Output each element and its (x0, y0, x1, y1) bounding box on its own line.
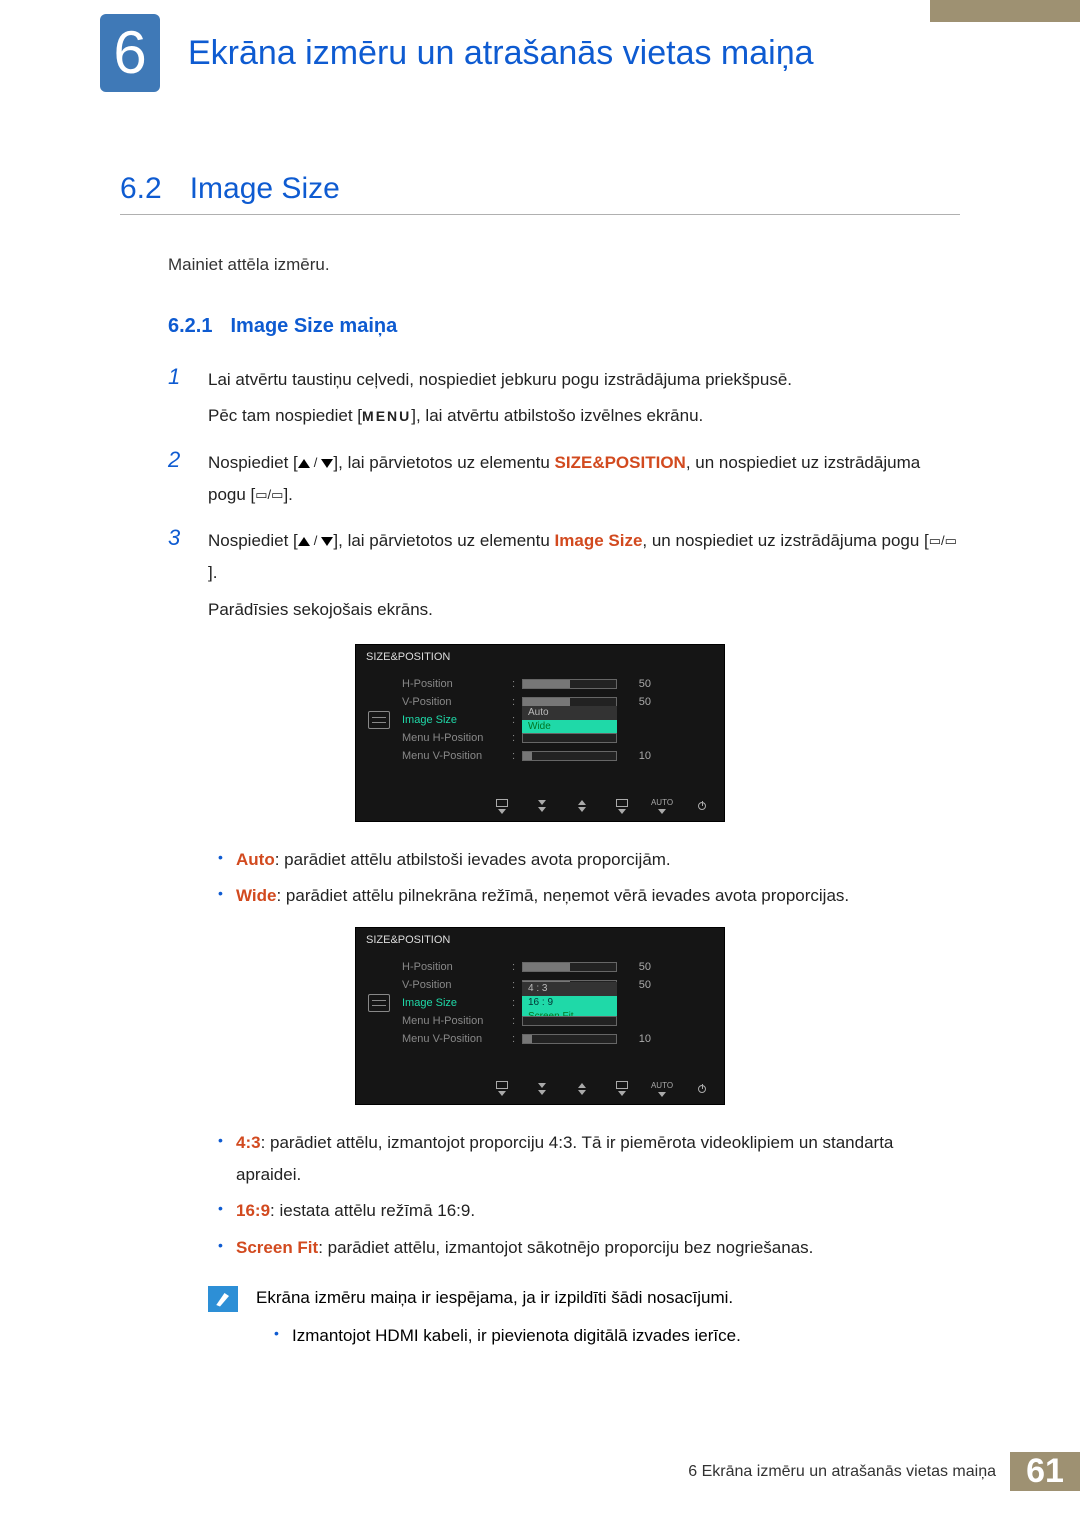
note-icon (208, 1286, 238, 1312)
top-accent-stripe (930, 0, 1080, 22)
note-bullet: Izmantojot HDMI kabeli, ir pievienota di… (274, 1320, 741, 1352)
enter-icon: ▭/▭ (255, 483, 283, 508)
step-body-2: Nospiediet [ / ], lai pārvietotos uz ele… (208, 447, 960, 516)
osd-category-icon (368, 711, 390, 729)
step-number-3: 3 (168, 525, 190, 630)
options-list-ratio: 4:3: parādiet attēlu, izmantojot proporc… (218, 1127, 960, 1264)
osd-footer-icons: AUTO (356, 1078, 724, 1104)
section-title: Image Size (190, 172, 340, 206)
subsection-number: 6.2.1 (168, 315, 212, 337)
image-size-keyword: Image Size (555, 531, 643, 550)
subsection-title: Image Size maiņa (230, 315, 397, 337)
step1-line2: Pēc tam nospiediet [MENU], lai atvērtu a… (208, 400, 960, 432)
size-position-keyword: SIZE&POSITION (555, 453, 686, 472)
section-number: 6.2 (120, 172, 162, 206)
menu-keyword: MENU (362, 408, 411, 424)
step3-note: Parādīsies sekojošais ekrāns. (208, 594, 960, 626)
osd-btn-power-icon (692, 802, 712, 810)
osd-btn-auto: AUTO (652, 798, 672, 814)
osd-category-icon (368, 994, 390, 1012)
enter-icon: ▭/▭ (929, 529, 957, 554)
osd-btn-down-icon (532, 800, 552, 812)
osd-btn-left-icon (492, 799, 512, 814)
osd-btn-power-icon (692, 1085, 712, 1093)
osd-btn-auto: AUTO (652, 1081, 672, 1097)
page-number: 61 (1010, 1452, 1080, 1491)
subsection-heading: 6.2.1 Image Size maiņa (168, 315, 960, 338)
osd-btn-down-icon (532, 1083, 552, 1095)
osd-screenshot-auto-wide: SIZE&POSITION H-Position:50 V-Position:5… (355, 644, 725, 822)
up-down-icon: / (298, 529, 334, 554)
osd-btn-enter-icon (612, 799, 632, 814)
chapter-header: 6 Ekrāna izmēru un atrašanās vietas maiņ… (0, 0, 1080, 92)
chapter-number-badge: 6 (100, 14, 160, 92)
option-auto: Auto: parādiet attēlu atbilstoši ievades… (218, 844, 960, 876)
step-body-3: Nospiediet [ / ], lai pārvietotos uz ele… (208, 525, 960, 630)
step-body-1: Lai atvērtu taustiņu ceļvedi, nospiediet… (208, 364, 960, 437)
options-list-auto-wide: Auto: parādiet attēlu atbilstoši ievades… (218, 844, 960, 913)
step-number-1: 1 (168, 364, 190, 437)
section-intro: Mainiet attēla izmēru. (168, 255, 960, 275)
osd-btn-enter-icon (612, 1081, 632, 1096)
osd-screenshot-ratio: SIZE&POSITION H-Position:50 V-Position:5… (355, 927, 725, 1105)
osd-title: SIZE&POSITION (356, 645, 724, 669)
chapter-title: Ekrāna izmēru un atrašanās vietas maiņa (188, 34, 814, 73)
info-note: Ekrāna izmēru maiņa ir iespējama, ja ir … (208, 1282, 960, 1353)
step1-line1: Lai atvērtu taustiņu ceļvedi, nospiediet… (208, 364, 960, 396)
osd-footer-icons: AUTO (356, 795, 724, 821)
step-number-2: 2 (168, 447, 190, 516)
page-footer: 6 Ekrāna izmēru un atrašanās vietas maiņ… (0, 1452, 1080, 1491)
osd-title: SIZE&POSITION (356, 928, 724, 952)
option-4-3: 4:3: parādiet attēlu, izmantojot proporc… (218, 1127, 960, 1192)
up-down-icon: / (298, 451, 334, 476)
steps-list: 1 Lai atvērtu taustiņu ceļvedi, nospiedi… (168, 364, 960, 630)
osd-btn-left-icon (492, 1081, 512, 1096)
option-screen-fit: Screen Fit: parādiet attēlu, izmantojot … (218, 1232, 960, 1264)
footer-chapter-label: 6 Ekrāna izmēru un atrašanās vietas maiņ… (674, 1452, 1010, 1491)
option-wide: Wide: parādiet attēlu pilnekrāna režīmā,… (218, 880, 960, 912)
note-text: Ekrāna izmēru maiņa ir iespējama, ja ir … (256, 1282, 741, 1314)
osd-image-size-dropdown: Auto Wide (522, 706, 617, 734)
osd-btn-up-icon (572, 800, 592, 812)
osd-btn-up-icon (572, 1083, 592, 1095)
section-heading: 6.2 Image Size (120, 172, 960, 215)
option-16-9: 16:9: iestata attēlu režīmā 16:9. (218, 1195, 960, 1227)
